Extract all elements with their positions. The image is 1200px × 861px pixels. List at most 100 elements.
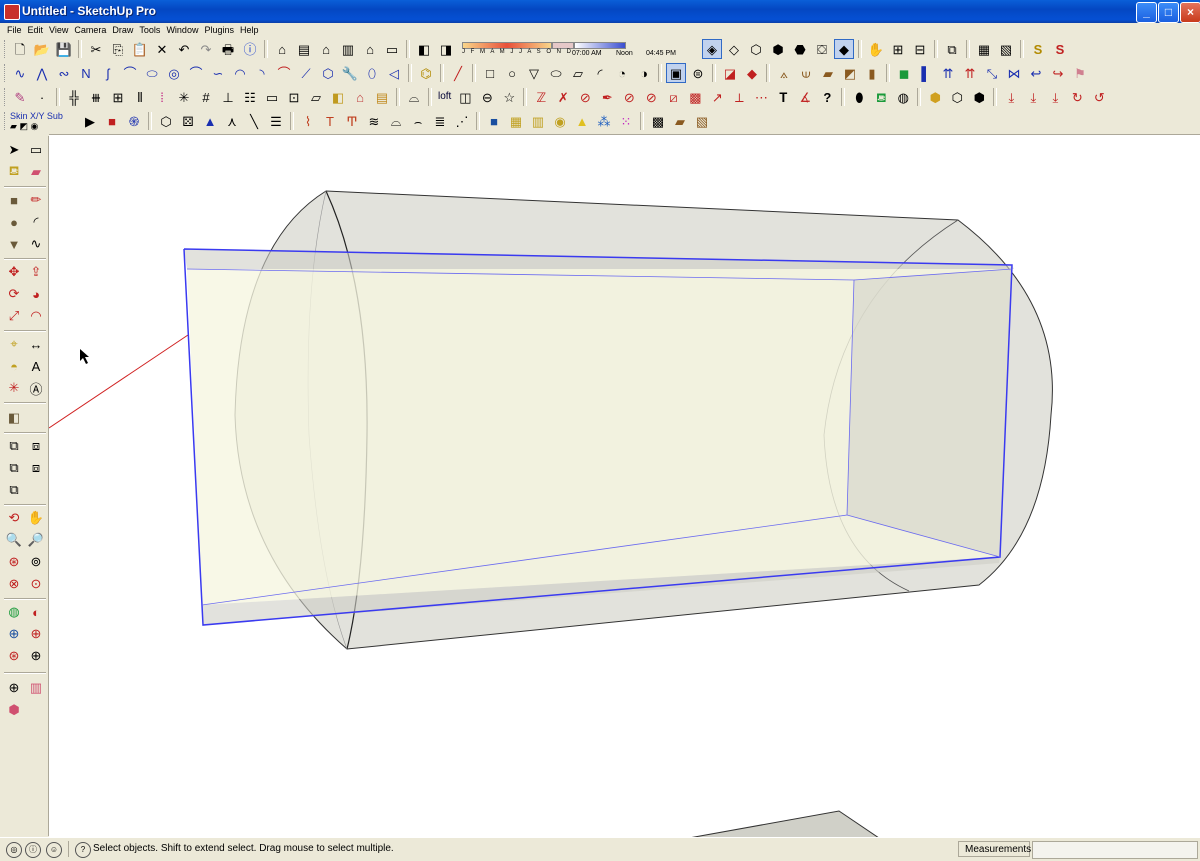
half-arc-icon[interactable]: ⌒ bbox=[186, 63, 206, 83]
return-arrow-icon[interactable]: ↩ bbox=[1026, 63, 1046, 83]
yellow-cone-icon[interactable]: ▲ bbox=[572, 111, 592, 131]
red-x-icon[interactable]: ✗ bbox=[553, 87, 573, 107]
angle-slash-icon[interactable]: ∡ bbox=[795, 87, 815, 107]
pencil-line-icon[interactable]: ✏ bbox=[26, 190, 46, 210]
eraser-pen-icon[interactable]: ✎ bbox=[10, 87, 30, 107]
menu-window[interactable]: Window bbox=[163, 23, 201, 37]
section-plane-icon[interactable]: ◧ bbox=[4, 408, 24, 428]
save-icon[interactable]: 💾 bbox=[54, 39, 74, 59]
walk-tool-icon[interactable]: ⊛ bbox=[4, 646, 24, 666]
roof-tool-icon[interactable]: ⟑ bbox=[774, 63, 794, 83]
display-shadows-icon[interactable]: ◨ bbox=[436, 39, 456, 59]
iso-view-icon[interactable]: ⌂ bbox=[272, 39, 292, 59]
orbit-tool-icon[interactable]: ⟲ bbox=[4, 508, 24, 528]
pan-hand-icon[interactable]: ✋ bbox=[26, 508, 46, 528]
crosshair-icon[interactable]: ⊕ bbox=[26, 646, 46, 666]
wood-frame-icon[interactable]: ▧ bbox=[692, 111, 712, 131]
user-icon[interactable]: ☺ bbox=[46, 842, 62, 858]
dice-icon[interactable]: ⚄ bbox=[178, 111, 198, 131]
scale-tool-icon[interactable]: ⤢ bbox=[4, 306, 24, 326]
circle-draw-icon[interactable]: ● bbox=[4, 212, 24, 232]
axis-j-icon[interactable]: ⤓ bbox=[1001, 87, 1021, 107]
protractor-icon[interactable]: ◓ bbox=[4, 356, 24, 376]
pink-cube-icon[interactable]: ⬢ bbox=[4, 700, 24, 720]
blue-swirl-icon[interactable]: ֍ bbox=[124, 111, 144, 131]
line-icon[interactable]: ⟋ bbox=[296, 63, 316, 83]
pie-tool-icon[interactable]: ◔ bbox=[612, 63, 632, 83]
menu-file[interactable]: File bbox=[4, 23, 25, 37]
axis-n-icon[interactable]: ⤓ bbox=[1045, 87, 1065, 107]
polygon-tool-icon[interactable]: ▽ bbox=[524, 63, 544, 83]
trim-icon[interactable]: ⧈ bbox=[26, 458, 46, 478]
back-edges-icon[interactable]: ◆ bbox=[834, 39, 854, 59]
new-file-icon[interactable]: 🗋 bbox=[10, 39, 30, 59]
date-slider[interactable] bbox=[462, 42, 552, 49]
time-slider[interactable] bbox=[574, 42, 626, 49]
arc-curve-icon[interactable]: ⌒ bbox=[120, 63, 140, 83]
offset-tool-icon[interactable]: ◠ bbox=[26, 306, 46, 326]
dimension-tool-icon[interactable]: ↔ bbox=[26, 334, 46, 354]
target-tool-icon[interactable]: ⊕ bbox=[4, 678, 24, 698]
select-arrow-icon[interactable]: ➤ bbox=[4, 140, 24, 160]
paint-bucket-tool-icon[interactable]: ⛾ bbox=[4, 162, 24, 182]
play-icon[interactable]: ▶ bbox=[80, 111, 100, 131]
diagonal-arrow-icon[interactable]: ⤡ bbox=[982, 63, 1002, 83]
rectangle-tool-icon[interactable]: □ bbox=[480, 63, 500, 83]
rounded-polygon-icon[interactable]: ⬭ bbox=[142, 63, 162, 83]
minimize-button[interactable]: _ bbox=[1136, 2, 1157, 23]
erase-icon[interactable]: ✕ bbox=[152, 39, 172, 59]
freehand-shape-icon[interactable]: ⌬ bbox=[416, 63, 436, 83]
catmull-spline-icon[interactable]: N bbox=[76, 63, 96, 83]
drawing-viewport[interactable] bbox=[49, 134, 1200, 838]
menu-camera[interactable]: Camera bbox=[71, 23, 109, 37]
grid-cross-icon[interactable]: ╬ bbox=[64, 87, 84, 107]
step-grid-icon[interactable]: ⊞ bbox=[108, 87, 128, 107]
tape-measure-icon[interactable]: ⌖ bbox=[4, 334, 24, 354]
zoom-extents-icon[interactable]: ⊛ bbox=[4, 552, 24, 572]
curved-surface-icon[interactable]: ⌇ bbox=[298, 111, 318, 131]
wire-cube-icon[interactable]: ⬡ bbox=[156, 111, 176, 131]
red-house-icon[interactable]: ⌂ bbox=[350, 87, 370, 107]
dynamic-component-icon[interactable]: ▦ bbox=[974, 39, 994, 59]
paste-icon[interactable]: 📋 bbox=[130, 39, 150, 59]
yellow-block-icon[interactable]: ◧ bbox=[328, 87, 348, 107]
slanted-grid-icon[interactable]: ⧻ bbox=[86, 87, 106, 107]
menu-draw[interactable]: Draw bbox=[109, 23, 136, 37]
right-view-icon[interactable]: ▥ bbox=[338, 39, 358, 59]
wave-curve-icon[interactable]: ∽ bbox=[208, 63, 228, 83]
close-button[interactable]: × bbox=[1180, 2, 1200, 23]
split-icon[interactable]: ⧉ bbox=[4, 480, 24, 500]
dotted-grid-icon[interactable]: ⁞ bbox=[152, 87, 172, 107]
vertical-line-icon[interactable]: ⊥ bbox=[218, 87, 238, 107]
wood-block-icon[interactable]: ▰ bbox=[818, 63, 838, 83]
ribbed-surface-icon[interactable]: ≣ bbox=[430, 111, 450, 131]
skin-button[interactable]: Skin bbox=[10, 111, 28, 121]
hash-grid-icon[interactable]: # bbox=[196, 87, 216, 107]
add-location-icon[interactable]: ◍ bbox=[4, 602, 24, 622]
undo-icon[interactable]: ↶ bbox=[174, 39, 194, 59]
cut-icon[interactable]: ✂ bbox=[86, 39, 106, 59]
red-panel-icon[interactable]: ▥ bbox=[26, 678, 46, 698]
lathe-icon[interactable]: ⊖ bbox=[477, 87, 497, 107]
curve-sheet-icon[interactable]: ⌢ bbox=[408, 111, 428, 131]
component-options-icon[interactable]: ⧉ bbox=[942, 39, 962, 59]
checker-box-icon[interactable]: ▩ bbox=[685, 87, 705, 107]
drape-t-icon[interactable]: Ͳ bbox=[342, 111, 362, 131]
freehand-draw-icon[interactable]: ∿ bbox=[26, 234, 46, 254]
open-file-icon[interactable]: 📂 bbox=[32, 39, 52, 59]
drape-icon[interactable]: ⊟ bbox=[910, 39, 930, 59]
axis-v-icon[interactable]: ⤓ bbox=[1023, 87, 1043, 107]
wrench-icon[interactable]: 🔧 bbox=[340, 63, 360, 83]
top-view-icon[interactable]: ▤ bbox=[294, 39, 314, 59]
ladder-icon[interactable]: ☷ bbox=[240, 87, 260, 107]
needle-icon[interactable]: ╲ bbox=[244, 111, 264, 131]
polygon-draw-icon[interactable]: ▼ bbox=[4, 234, 24, 254]
print-icon[interactable]: 🖶 bbox=[218, 39, 238, 59]
pink-flag-icon[interactable]: ⚑ bbox=[1070, 63, 1090, 83]
paint-bucket-icon[interactable]: ⛾ bbox=[871, 87, 891, 107]
bowtie-icon[interactable]: ⋈ bbox=[1004, 63, 1024, 83]
diamond-icon[interactable]: ◆ bbox=[742, 63, 762, 83]
shadow-settings-icon[interactable]: ◧ bbox=[414, 39, 434, 59]
tent-icon[interactable]: ⋏ bbox=[222, 111, 242, 131]
red-square-slash-icon[interactable]: ⊘ bbox=[575, 87, 595, 107]
